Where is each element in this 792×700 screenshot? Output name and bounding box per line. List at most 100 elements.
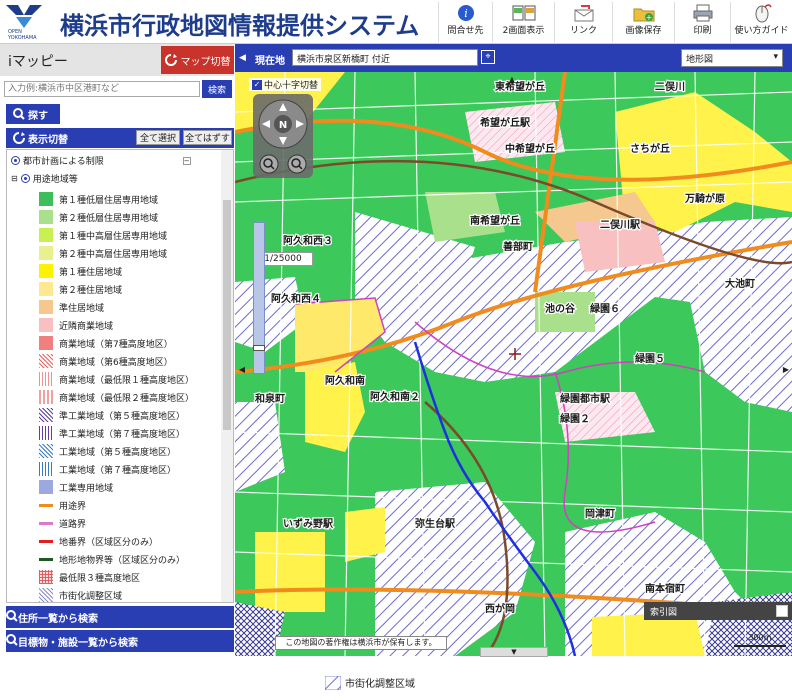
search-button[interactable]: 検索 [202,80,232,98]
place-label: 緑園都市駅 [560,392,611,405]
legend-label: 第１種住居地域 [59,267,123,278]
legend-item[interactable]: 商業地域（最低限１種高度地区） [39,370,219,388]
footer-legend-label: 市街化調整区域 [345,679,415,690]
display-toggle-header[interactable]: 表示切替 全て選択 全てはずす [6,128,234,148]
legend-label: 用途界 [59,501,87,512]
legend-swatch [39,246,53,260]
index-map-panel[interactable]: 索引図 [644,602,792,620]
legend-item[interactable]: 最低限３種高度地区 [39,568,219,586]
tree-toggle-icon: ⊟ [11,174,18,183]
clear-all-button[interactable]: 全てはずす [183,130,232,145]
legend-item[interactable]: 準工業地域（第５種高度地区） [39,406,219,424]
save-image-button[interactable]: + 画像保存 [612,2,674,42]
pan-down-tab-icon[interactable]: ▼ [480,647,548,657]
legend-label: 最低限３種高度地区 [59,573,141,584]
legend-item[interactable]: 第１種住居地域 [39,262,219,280]
legend-item[interactable]: 地形地物界等（区域区分のみ） [39,550,219,568]
subgroup-use-district[interactable]: ⊟ 用途地域等 [11,172,78,185]
legend-item[interactable]: 工業地域（第５種高度地区） [39,442,219,460]
legend-item[interactable]: 市街化調整区域 [39,586,219,602]
legend-label: 道路界 [59,519,87,530]
imap-row: iマッピー マップ切替 [0,44,234,76]
legend-item[interactable]: 準住居地域 [39,298,219,316]
legend-item[interactable]: 用途界 [39,496,219,514]
legend-item[interactable]: 第２種住居地域 [39,280,219,298]
info-icon: i [457,5,474,21]
map-navigation-control[interactable]: N [253,94,313,178]
select-all-button[interactable]: 全て選択 [136,130,180,145]
svg-text:+: + [645,13,652,22]
place-label: 南希望が丘 [470,214,520,227]
map-panel: ◀ 現在地 横浜市泉区新橋町 付近 ⌖ 地形図 ▾ 東希望が丘 希望が丘駅 中希… [235,44,792,656]
pan-up-edge-icon[interactable]: ▲ [507,74,517,84]
legend-label: 商業地域（第6種高度地区） [59,357,173,368]
index-map-label: 索引図 [650,607,678,618]
legend-item[interactable]: 地番界（区域区分のみ） [39,532,219,550]
legend-label: 準工業地域（第７種高度地区） [59,429,186,440]
pan-right-edge-icon[interactable]: ▶ [781,364,791,374]
yokohama-emblem-icon [6,5,42,28]
crosshair-toggle[interactable]: ✓ 中心十字切替 [249,78,322,91]
contact-button[interactable]: i 問合せ先 [438,2,492,42]
zoom-slider-thumb[interactable] [253,345,265,351]
landmark-search-bar[interactable]: 目標物・施設一覧から検索 [6,630,234,652]
split-screen-label: 2画面表示 [502,26,545,36]
north-indicator: N [279,120,287,131]
place-label: 東希望が丘 [495,80,545,93]
address-search-bar[interactable]: 住所一覧から検索 [6,606,234,628]
legend-swatch [39,282,53,296]
map-switch-button[interactable]: マップ切替 [161,46,234,74]
open-yokohama-logo: OPEN YOKOHAMA [4,3,48,43]
legend-item[interactable]: 第１種中高層住居専用地域 [39,226,219,244]
place-label: 西が岡 [485,602,515,615]
legend-item[interactable]: 道路界 [39,514,219,532]
legend-item[interactable]: 商業地域（第7種高度地区） [39,334,219,352]
layer-list: 都市計画による制限 − ⊟ 用途地域等 第１種低層住居専用地域 第２種低層住居専用… [6,149,234,603]
layer-scrollbar[interactable] [221,150,233,602]
place-label: 中希望が丘 [505,142,555,155]
contact-label: 問合せ先 [447,26,484,36]
save-image-label: 画像保存 [625,26,662,36]
collapse-icon[interactable]: − [182,156,191,165]
place-label: 南本宿町 [645,582,685,595]
scroll-thumb[interactable] [223,200,231,430]
group-city-planning[interactable]: 都市計画による制限 − [11,154,191,167]
legend-item[interactable]: 工業専用地域 [39,478,219,496]
link-button[interactable]: リンク [554,2,612,42]
pan-left-edge-icon[interactable]: ◀ [237,364,247,374]
legend-label: 商業地域（最低限１種高度地区） [59,375,195,386]
zoom-out-icon[interactable] [287,154,307,174]
legend-item[interactable]: 第２種中高層住居専用地域 [39,244,219,262]
zoom-slider[interactable] [253,222,265,374]
guide-button[interactable]: 使い方ガイド [730,2,792,42]
legend-swatch [39,192,53,206]
crosshair-toggle-label: 中心十字切替 [264,81,319,91]
collapse-left-icon[interactable]: ◀ [239,53,246,63]
legend-item[interactable]: 第２種低層住居専用地域 [39,208,219,226]
legend-swatch [39,354,53,368]
base-map-select[interactable]: 地形図 ▾ [681,49,783,67]
checkbox-checked-icon: ✓ [252,79,262,90]
legend-label: 商業地域（最低限２種高度地区） [59,393,195,404]
legend-item[interactable]: 準工業地域（第７種高度地区） [39,424,219,442]
search-tab[interactable]: 探す [6,104,60,124]
legend-swatch [39,588,53,602]
legend-swatch [39,300,53,314]
place-label: 和泉町 [254,392,285,405]
legend-item[interactable]: 商業地域（第6種高度地区） [39,352,219,370]
address-search-input[interactable] [4,81,200,97]
place-label: 善部町 [503,240,533,253]
location-field[interactable]: 横浜市泉区新橋町 付近 [292,49,478,66]
legend-item[interactable]: 近隣商業地域 [39,316,219,334]
refresh-icon [164,54,177,66]
place-label: 大池町 [725,277,755,290]
legend-item[interactable]: 第１種低層住居専用地域 [39,190,219,208]
print-button[interactable]: 印刷 [674,2,730,42]
legend-item[interactable]: 商業地域（最低限２種高度地区） [39,388,219,406]
locate-icon[interactable]: ⌖ [481,50,495,64]
zoom-in-icon[interactable] [259,154,279,174]
split-screen-button[interactable]: 2画面表示 [492,2,554,42]
minimize-icon[interactable] [776,605,788,617]
legend-item[interactable]: 工業地域（第７種高度地区） [39,460,219,478]
map-canvas[interactable]: 東希望が丘 希望が丘駅 中希望が丘 さちが丘 南希望が丘 善部町 万騎が原 二俣… [235,72,792,656]
